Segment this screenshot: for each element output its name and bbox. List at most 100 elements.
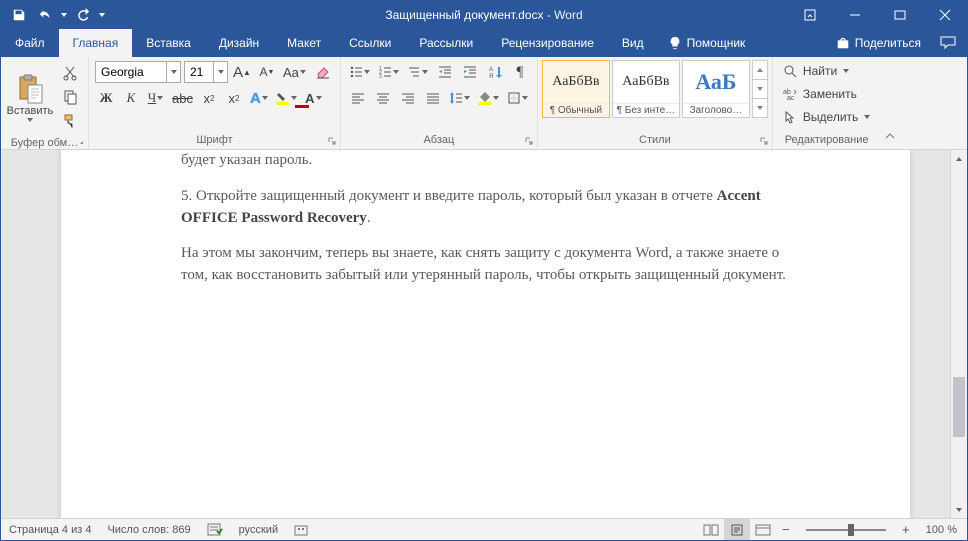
style-no-spacing[interactable]: АаБбВв ¶ Без инте…	[612, 60, 680, 118]
share-button[interactable]: Поделиться	[826, 36, 931, 50]
align-right-button[interactable]	[397, 87, 419, 109]
style-heading1[interactable]: АаБ Заголово…	[682, 60, 750, 118]
text-effects-button[interactable]: A	[248, 87, 271, 109]
body-text[interactable]: 5. Откройте защищенный документ и введит…	[181, 186, 790, 230]
justify-button[interactable]	[422, 87, 444, 109]
document-title: Защищенный документ.docx	[385, 8, 543, 22]
tab-review[interactable]: Рецензирование	[487, 29, 608, 57]
macro-status[interactable]	[286, 519, 316, 540]
svg-text:3: 3	[379, 74, 382, 79]
font-size-combo[interactable]: 21	[184, 61, 228, 83]
styles-scroll-up[interactable]	[753, 61, 767, 80]
paragraph-launcher[interactable]	[523, 135, 535, 147]
tab-insert[interactable]: Вставка	[132, 29, 205, 57]
scroll-up-button[interactable]	[951, 150, 967, 167]
align-left-button[interactable]	[347, 87, 369, 109]
document-viewport[interactable]: будет указан пароль. 5. Откройте защищен…	[1, 150, 950, 518]
bullets-button[interactable]	[347, 61, 373, 83]
scroll-thumb[interactable]	[953, 377, 965, 437]
sort-button[interactable]: AЯ	[484, 61, 506, 83]
print-layout-button[interactable]	[724, 519, 750, 540]
page-number-status[interactable]: Страница 4 из 4	[1, 519, 99, 540]
tab-home[interactable]: Главная	[59, 29, 133, 57]
maximize-button[interactable]	[877, 1, 922, 29]
tab-references[interactable]: Ссылки	[335, 29, 405, 57]
qat-customize-dropdown[interactable]	[97, 13, 107, 17]
underline-button[interactable]: Ч	[145, 87, 167, 109]
font-size-dropdown[interactable]	[213, 62, 227, 82]
styles-gallery-scroller	[752, 60, 768, 118]
borders-button[interactable]	[505, 87, 531, 109]
collapse-ribbon-button[interactable]	[884, 131, 896, 146]
font-color-button[interactable]: A	[303, 87, 325, 109]
group-editing: Найти abac Заменить Выделить Редактирова…	[773, 57, 880, 149]
bold-button[interactable]: Ж	[95, 87, 117, 109]
font-name-combo[interactable]: Georgia	[95, 61, 181, 83]
close-button[interactable]	[922, 1, 967, 29]
body-text[interactable]: будет указан пароль.	[181, 150, 790, 172]
language-status[interactable]: русский	[231, 519, 286, 540]
clear-formatting-button[interactable]	[312, 61, 334, 83]
paste-button[interactable]: Вставить	[6, 73, 54, 122]
spellcheck-status[interactable]	[199, 519, 231, 540]
styles-launcher[interactable]	[758, 135, 770, 147]
increase-indent-button[interactable]	[459, 61, 481, 83]
document-page[interactable]: будет указан пароль. 5. Откройте защищен…	[61, 150, 910, 518]
undo-button[interactable]	[33, 3, 57, 27]
save-button[interactable]	[7, 3, 31, 27]
shading-button[interactable]	[476, 87, 502, 109]
tell-me-search[interactable]: Помощник	[658, 29, 756, 57]
change-case-button[interactable]: Aa	[281, 61, 309, 83]
show-hide-marks-button[interactable]: ¶	[509, 61, 531, 83]
replace-label: Заменить	[803, 87, 857, 101]
tab-layout[interactable]: Макет	[273, 29, 335, 57]
comments-button[interactable]	[933, 36, 963, 50]
font-launcher[interactable]	[326, 135, 338, 147]
styles-scroll-down[interactable]	[753, 80, 767, 99]
multilevel-list-button[interactable]	[405, 61, 431, 83]
redo-button[interactable]	[71, 3, 95, 27]
group-clipboard: Вставить Буфер обм…	[1, 57, 89, 149]
style-preview-text: АаБбВв	[543, 61, 609, 103]
zoom-slider[interactable]	[796, 519, 896, 540]
select-button[interactable]: Выделить	[779, 106, 874, 128]
numbering-button[interactable]: 123	[376, 61, 402, 83]
tab-design[interactable]: Дизайн	[205, 29, 273, 57]
minimize-button[interactable]	[832, 1, 877, 29]
cut-button[interactable]	[59, 62, 81, 84]
scroll-track[interactable]	[951, 167, 967, 501]
read-mode-button[interactable]	[698, 519, 724, 540]
zoom-in-button[interactable]: +	[896, 519, 916, 540]
align-center-button[interactable]	[372, 87, 394, 109]
style-normal[interactable]: АаБбВв ¶ Обычный	[542, 60, 610, 118]
strikethrough-button[interactable]: abc	[170, 87, 195, 109]
subscript-button[interactable]: x2	[198, 87, 220, 109]
undo-dropdown[interactable]	[59, 13, 69, 17]
body-text[interactable]: На этом мы закончим, теперь вы знаете, к…	[181, 243, 790, 287]
decrease-indent-button[interactable]	[434, 61, 456, 83]
tab-mailings[interactable]: Рассылки	[405, 29, 487, 57]
zoom-level[interactable]: 100 %	[916, 524, 967, 536]
zoom-thumb[interactable]	[848, 524, 854, 536]
copy-button[interactable]	[59, 86, 81, 108]
format-painter-button[interactable]	[59, 110, 81, 132]
superscript-button[interactable]: x2	[223, 87, 245, 109]
replace-button[interactable]: abac Заменить	[779, 83, 860, 105]
app-name-suffix: - Word	[544, 8, 583, 22]
zoom-out-button[interactable]: −	[776, 519, 796, 540]
styles-expand[interactable]	[753, 99, 767, 117]
font-name-dropdown[interactable]	[166, 62, 180, 82]
scroll-down-button[interactable]	[951, 501, 967, 518]
tab-view[interactable]: Вид	[608, 29, 658, 57]
web-layout-button[interactable]	[750, 519, 776, 540]
find-button[interactable]: Найти	[779, 60, 853, 82]
ribbon-display-options-button[interactable]	[787, 1, 832, 29]
italic-button[interactable]: К	[120, 87, 142, 109]
group-paragraph-label: Абзац	[341, 131, 537, 149]
shrink-font-button[interactable]: A▼	[256, 61, 278, 83]
grow-font-button[interactable]: A▲	[231, 61, 253, 83]
word-count-status[interactable]: Число слов: 869	[99, 519, 198, 540]
clipboard-launcher[interactable]	[74, 135, 86, 147]
line-spacing-button[interactable]	[447, 87, 473, 109]
tab-file[interactable]: Файл	[1, 29, 59, 57]
